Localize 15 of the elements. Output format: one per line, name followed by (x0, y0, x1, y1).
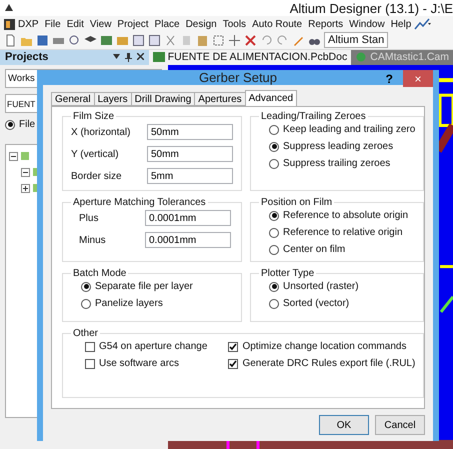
field-label: Plus (78, 212, 100, 224)
group-title: Position on Film (260, 197, 334, 208)
group-title: Batch Mode (72, 268, 128, 279)
field-label: X (horizontal) (71, 126, 132, 138)
field-label: Minus (78, 234, 107, 246)
panel-title: Projects (5, 51, 48, 64)
group-title: Leading/Trailing Zeroes (260, 111, 367, 122)
field-label: Y (vertical) (71, 148, 120, 160)
group-title: Aperture Matching Tolerances (72, 197, 207, 208)
dialog-title: Gerber Setup (198, 70, 278, 85)
window-title: Altium Designer (13.1) - J:\E (290, 0, 453, 16)
group-title: Other (72, 328, 100, 339)
group-title: Film Size (72, 111, 116, 122)
group-title: Plotter Type (260, 268, 316, 279)
field-label: Border size (71, 170, 123, 182)
